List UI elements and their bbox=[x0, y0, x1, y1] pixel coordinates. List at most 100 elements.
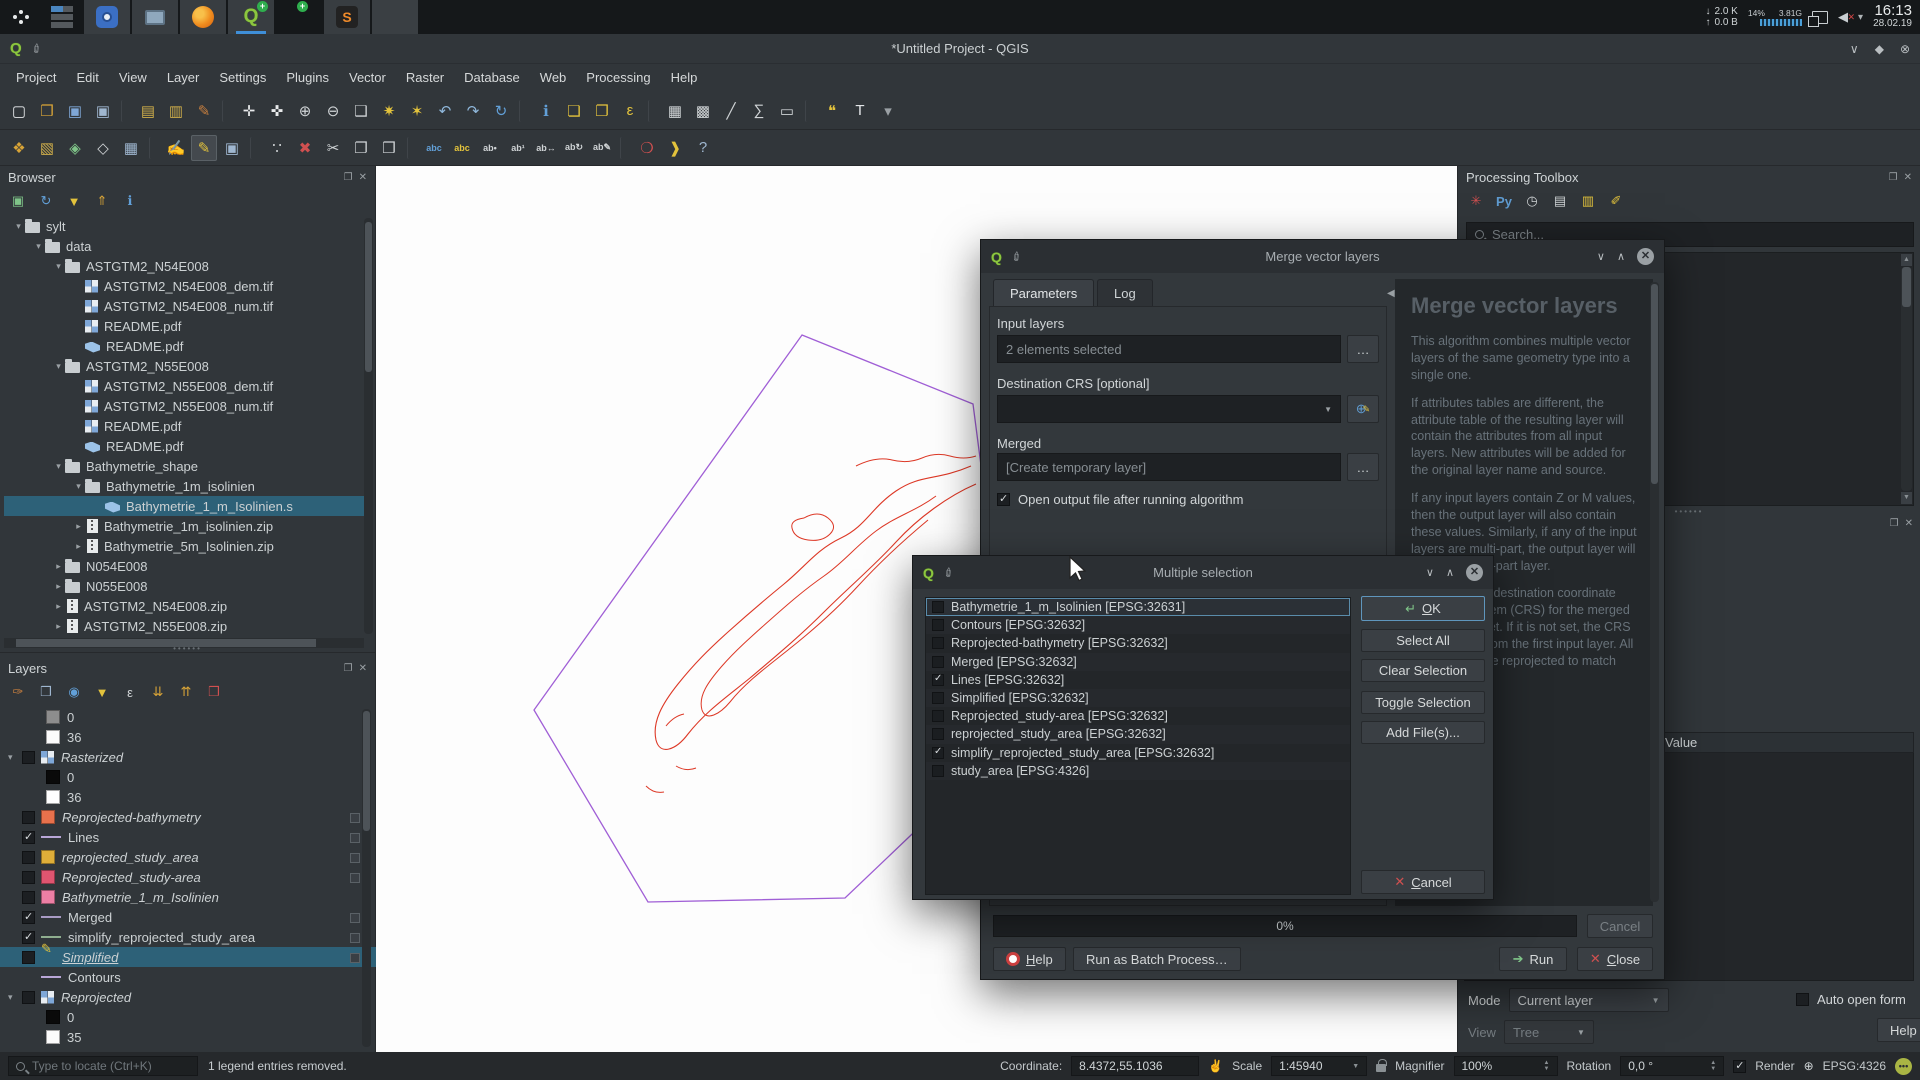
toolbar-button[interactable]: ❏ bbox=[561, 98, 587, 124]
taskbar-app[interactable] bbox=[180, 0, 226, 34]
item-checkbox[interactable] bbox=[932, 674, 944, 686]
select-crs-button[interactable]: ⊕✎ bbox=[1347, 395, 1379, 423]
toolbar-button[interactable]: ▭ bbox=[774, 98, 800, 124]
toolbar-button[interactable]: ⊖ bbox=[320, 98, 346, 124]
menu-item[interactable]: Vector bbox=[339, 64, 396, 92]
minimize-button[interactable]: ∨ bbox=[1850, 42, 1859, 56]
close-button[interactable]: ⊗ bbox=[1900, 42, 1910, 56]
menu-item[interactable]: Help bbox=[661, 64, 708, 92]
menu-item[interactable]: Settings bbox=[209, 64, 276, 92]
layer-visibility-checkbox[interactable] bbox=[22, 751, 35, 764]
identify-help-button[interactable]: Help bbox=[1877, 1018, 1920, 1042]
tree-item[interactable]: ASTGTM2_N54E008 bbox=[4, 256, 368, 276]
layer-row[interactable]: 0 bbox=[0, 1007, 376, 1027]
toolbar-button[interactable]: ✂ bbox=[320, 135, 346, 161]
selection-list-item[interactable]: simplify_reprojected_study_area [EPSG:32… bbox=[926, 744, 1350, 762]
toolbar-button[interactable]: ✷ bbox=[376, 98, 402, 124]
toolbar-button[interactable]: ▾ bbox=[875, 98, 901, 124]
toolbar-button[interactable]: ◇ bbox=[90, 135, 116, 161]
toolbar-button[interactable] bbox=[805, 100, 814, 122]
browser-tool-button[interactable]: ℹ bbox=[120, 191, 140, 211]
taskbar-app[interactable] bbox=[132, 0, 178, 34]
toolbar-button[interactable] bbox=[222, 100, 231, 122]
tree-item[interactable]: Bathymetrie_1m_isolinien bbox=[4, 476, 368, 496]
toolbar-button[interactable]: ▥ bbox=[163, 98, 189, 124]
tree-item[interactable]: README.pdf bbox=[4, 436, 368, 456]
toolbar-button[interactable]: ❍ bbox=[634, 135, 660, 161]
toolbar-button[interactable]: ℹ bbox=[533, 98, 559, 124]
render-checkbox[interactable] bbox=[1733, 1060, 1746, 1073]
progress-cancel-button[interactable]: Cancel bbox=[1587, 914, 1653, 938]
help-scrollbar[interactable] bbox=[1650, 282, 1659, 902]
browser-tool-button[interactable]: ⇑ bbox=[92, 191, 112, 211]
toolbar-button[interactable]: ❐ bbox=[348, 135, 374, 161]
open-output-checkbox[interactable] bbox=[997, 493, 1010, 506]
item-checkbox[interactable] bbox=[932, 728, 944, 740]
toolbar-button[interactable]: ▧ bbox=[34, 135, 60, 161]
taskbar-app[interactable] bbox=[372, 0, 418, 34]
mode-combo[interactable]: Current layer▼ bbox=[1509, 988, 1669, 1012]
panel-splitter[interactable]: •••••• bbox=[0, 645, 375, 652]
layer-row[interactable]: Reprojected-bathymetry bbox=[0, 807, 376, 827]
tree-item[interactable]: sylt bbox=[4, 216, 368, 236]
expand-arrow-icon[interactable] bbox=[8, 752, 22, 763]
layer-visibility-checkbox[interactable] bbox=[22, 851, 35, 864]
float-panel-icon[interactable]: ❐ bbox=[1890, 518, 1899, 529]
toolbar-button[interactable] bbox=[648, 100, 657, 122]
tree-item[interactable]: README.pdf bbox=[4, 416, 368, 436]
layers-tool-button[interactable]: ⇈ bbox=[176, 682, 196, 702]
scroll-up-icon[interactable]: ▲ bbox=[1901, 254, 1912, 266]
layer-row[interactable]: Merged bbox=[0, 907, 376, 927]
toolbar-button[interactable]: ▣ bbox=[90, 98, 116, 124]
layers-tool-button[interactable]: ❒ bbox=[204, 682, 224, 702]
toolbar-button[interactable] bbox=[250, 137, 259, 159]
tree-item[interactable]: ASTGTM2_N55E008_dem.tif bbox=[4, 376, 368, 396]
toolbar-button[interactable]: ❝ bbox=[819, 98, 845, 124]
tree-item[interactable]: data bbox=[4, 236, 368, 256]
toolbar-button[interactable]: ▢ bbox=[6, 98, 32, 124]
lock-scale-icon[interactable] bbox=[1376, 1064, 1386, 1072]
layer-row[interactable]: 35 bbox=[0, 1027, 376, 1047]
item-checkbox[interactable] bbox=[932, 765, 944, 777]
layer-row[interactable]: 36 bbox=[0, 787, 376, 807]
close-panel-icon[interactable]: ✕ bbox=[1904, 172, 1912, 183]
layer-row[interactable]: Simplified bbox=[0, 947, 376, 967]
toolbar-button[interactable]: abc bbox=[421, 135, 447, 161]
dialog-titlebar[interactable]: Q ✐ Multiple selection ∨ ∧ ✕ bbox=[913, 556, 1493, 589]
menu-item[interactable]: Layer bbox=[157, 64, 210, 92]
browser-tool-button[interactable]: ↻ bbox=[36, 191, 56, 211]
selection-list-item[interactable]: study_area [EPSG:4326] bbox=[926, 762, 1350, 780]
toolbox-scrollbar[interactable] bbox=[1901, 267, 1912, 491]
toolbar-button[interactable]: ✍ bbox=[163, 135, 189, 161]
toolbox-tool-button[interactable]: ✳ bbox=[1466, 191, 1486, 211]
toggle-selection-button[interactable]: Toggle Selection bbox=[1361, 691, 1485, 714]
layer-visibility-checkbox[interactable] bbox=[22, 931, 35, 944]
layer-visibility-checkbox[interactable] bbox=[22, 811, 35, 824]
layers-vertical-scrollbar[interactable] bbox=[362, 709, 371, 1047]
toolbox-tool-button[interactable]: ◷ bbox=[1522, 191, 1542, 211]
menu-item[interactable]: Edit bbox=[66, 64, 108, 92]
expand-arrow-icon[interactable] bbox=[52, 561, 65, 572]
float-panel-icon[interactable]: ❐ bbox=[344, 172, 353, 183]
toolbar-button[interactable]: ❒ bbox=[376, 135, 402, 161]
tree-item[interactable]: Bathymetrie_1m_isolinien.zip bbox=[4, 516, 368, 536]
collapse-help-icon[interactable]: ◀ bbox=[1387, 288, 1395, 299]
toolbar-button[interactable]: ▣ bbox=[219, 135, 245, 161]
help-button[interactable]: Help bbox=[993, 947, 1066, 971]
add-files-button[interactable]: Add File(s)... bbox=[1361, 721, 1485, 744]
unshade-icon[interactable]: ∧ bbox=[1446, 566, 1454, 579]
tree-item[interactable]: ASTGTM2_N54E008_num.tif bbox=[4, 296, 368, 316]
toolbar-button[interactable]: ▦ bbox=[118, 135, 144, 161]
input-layers-field[interactable]: 2 elements selected bbox=[997, 335, 1341, 363]
merged-browse-button[interactable]: … bbox=[1347, 453, 1379, 481]
expand-arrow-icon[interactable] bbox=[32, 241, 45, 252]
view-combo[interactable]: Tree▼ bbox=[1504, 1020, 1594, 1044]
layers-tool-button[interactable]: ◉ bbox=[64, 682, 84, 702]
close-icon[interactable]: ✕ bbox=[1466, 564, 1483, 581]
toolbar-button[interactable]: ❑ bbox=[348, 98, 374, 124]
shade-icon[interactable]: ∨ bbox=[1426, 566, 1434, 579]
network-icon[interactable] bbox=[1812, 11, 1828, 24]
scale-combo[interactable]: 1:45940▼ bbox=[1271, 1056, 1367, 1076]
layer-row[interactable]: 0 bbox=[0, 707, 376, 727]
cancel-button[interactable]: ✕Cancel bbox=[1361, 870, 1485, 894]
